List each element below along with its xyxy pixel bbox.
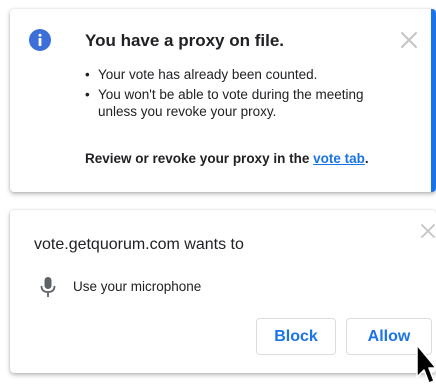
block-button[interactable]: Block — [256, 318, 336, 355]
list-item: You won't be able to vote during the mee… — [85, 86, 395, 120]
microphone-icon — [40, 277, 56, 297]
proxy-notice-title: You have a proxy on file. — [85, 31, 285, 50]
close-icon[interactable] — [400, 31, 418, 49]
info-icon — [29, 29, 51, 51]
close-icon[interactable] — [420, 223, 436, 239]
permission-origin: vote.getquorum.com wants to — [34, 236, 244, 253]
list-item: Your vote has already been counted. — [85, 66, 395, 83]
cursor-icon — [416, 344, 436, 384]
proxy-notice-bullets: Your vote has already been counted. You … — [85, 66, 395, 123]
proxy-notice-card: You have a proxy on file. Your vote has … — [10, 9, 436, 192]
permission-request: Use your microphone — [73, 279, 202, 294]
proxy-action-prefix: Review or revoke your proxy in the — [85, 151, 314, 166]
proxy-action-text: Review or revoke your proxy in the vote … — [85, 151, 369, 166]
permission-prompt: vote.getquorum.com wants to Use your mic… — [10, 210, 436, 373]
vote-tab-link[interactable]: vote tab — [313, 151, 365, 166]
proxy-action-suffix: . — [364, 151, 369, 166]
accent-bar — [431, 9, 436, 192]
